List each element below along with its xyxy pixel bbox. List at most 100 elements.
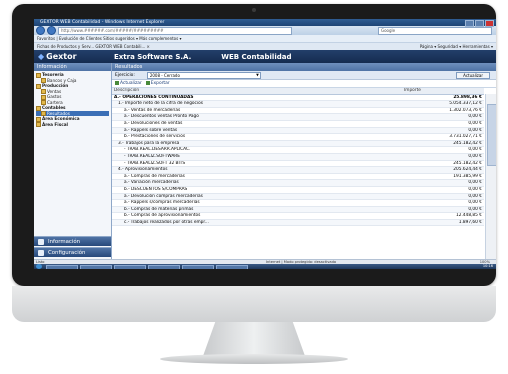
monitor-frame: GEXTOR WEB Contabilidad - Windows Intern… xyxy=(12,4,496,286)
taskbar-item[interactable] xyxy=(46,264,78,269)
year-label: Ejercicio: xyxy=(115,72,135,78)
row-amount: 0,00 € xyxy=(402,127,484,135)
folder-icon xyxy=(36,116,41,122)
main-panel: Resultados Ejercicio: 2008 - Cerrado ▼ A… xyxy=(112,63,496,259)
taskbar-item[interactable] xyxy=(182,264,214,269)
nav-tree: Tesorería Bancos y Caja Producción Ventas Ga… xyxy=(34,71,111,128)
row-amount: 0,00 € xyxy=(402,186,484,194)
row-amount: 3.731.027,71 € xyxy=(402,133,484,141)
row-amount: 0,00 € xyxy=(402,113,484,121)
table-row[interactable]: b.- Prestaciones de servicios 3.731.027,7… xyxy=(112,133,484,141)
row-amount: 245.182,42 € xyxy=(402,140,484,148)
table-row[interactable]: c.- Trabajos realizados por otras empr..… xyxy=(112,219,484,227)
row-description: A.- OPERACIONES CONTINUADAS xyxy=(112,94,402,102)
search-input[interactable]: Google xyxy=(378,26,492,35)
address-input[interactable]: http://www.######.com/#####/######### xyxy=(58,26,292,35)
taskbar-item[interactable] xyxy=(148,264,180,269)
results-table: Descripción Importe A.- OPERACIONES CONT… xyxy=(112,88,484,227)
tab-list[interactable]: Fichas de Productos y Serv... GEXTOR WEB… xyxy=(37,44,150,49)
info-button[interactable]: Información xyxy=(34,236,111,246)
table-row[interactable]: 3.- Trabajos para la empresa 245.182,42 € xyxy=(112,140,484,148)
app-window: ◆ Gextor Extra Software S.A. WEB Contabil… xyxy=(34,50,496,259)
taskbar: 10:16 xyxy=(34,264,496,269)
row-description: - TRAB.REALIZ.SOFT 32 BITS xyxy=(112,160,402,168)
row-description: a.- Devoluciones de ventas xyxy=(112,120,402,128)
row-amount: 0,00 € xyxy=(402,120,484,128)
table-row[interactable]: a.- Devolución compras mercaderías 0,00 € xyxy=(112,193,484,201)
table-row[interactable]: a.- Rappels s/compras mercaderías 0,00 € xyxy=(112,199,484,207)
folder-icon xyxy=(41,94,46,100)
action-toolbar: Actualizar Exportar xyxy=(112,80,496,88)
table-row[interactable]: 4.- Aprovisionamientos 205.624,44 € xyxy=(112,166,484,174)
minimize-button[interactable] xyxy=(465,20,474,27)
logo-icon: ◆ xyxy=(38,52,45,61)
back-icon[interactable] xyxy=(36,26,45,35)
refresh-icon xyxy=(115,80,119,85)
table-row[interactable]: b.- Compras de materias primas 0,00 € xyxy=(112,206,484,214)
row-description: a.- Rappels s/compras mercaderías xyxy=(112,199,402,207)
forward-icon[interactable] xyxy=(47,26,56,35)
table-row[interactable]: A.- OPERACIONES CONTINUADAS 25.898,36 € xyxy=(112,94,484,102)
table-row[interactable]: b.- DESCUENTOS S/COMPRAS 0,00 € xyxy=(112,186,484,194)
vertical-scrollbar[interactable] xyxy=(485,94,496,259)
row-description: a.- Variación mercaderías xyxy=(112,179,402,187)
favorites-bar[interactable]: Favoritos | Evolución de Clientes Sitios… xyxy=(34,35,496,43)
table-row[interactable]: - TRAB.REALIZ.SOFT 32 BITS 245.182,42 € xyxy=(112,160,484,168)
taskbar-items xyxy=(46,264,248,269)
row-amount: 0,00 € xyxy=(402,153,484,161)
window-controls xyxy=(465,20,494,27)
row-amount: 0,00 € xyxy=(402,179,484,187)
gear-icon xyxy=(38,250,44,256)
taskbar-item[interactable] xyxy=(216,264,248,269)
row-description: b.- DESCUENTOS S/COMPRAS xyxy=(112,186,402,194)
row-amount: 1.302.073,76 € xyxy=(402,107,484,115)
action-export[interactable]: Exportar xyxy=(145,80,170,87)
table-row[interactable]: - TRAB.REAL.DESARR.APLICAC. 0,00 € xyxy=(112,146,484,154)
taskbar-item[interactable] xyxy=(80,264,112,269)
table-row[interactable]: b.- Compras de aprovisionamientos 12.448,… xyxy=(112,212,484,220)
row-amount: 12.448,85 € xyxy=(402,212,484,220)
row-description: 4.- Aprovisionamientos xyxy=(112,166,402,174)
row-amount: 191.385,99 € xyxy=(402,173,484,181)
start-button[interactable] xyxy=(36,264,42,269)
row-amount: 0,00 € xyxy=(402,206,484,214)
close-button[interactable] xyxy=(485,20,494,27)
table-row[interactable]: a.- Rappels sobre ventas 0,00 € xyxy=(112,127,484,135)
app-header: ◆ Gextor Extra Software S.A. WEB Contabil… xyxy=(34,50,496,63)
table-row[interactable]: 1.- Importe neto de la cifra de negocios… xyxy=(112,100,484,108)
table-row[interactable]: a.- Variación mercaderías 0,00 € xyxy=(112,179,484,187)
company-name: Extra Software S.A. xyxy=(114,52,192,61)
command-bar[interactable]: Página ▾ Seguridad ▾ Herramientas ▾ xyxy=(420,43,493,50)
row-description: a.- Descuentos ventas Pronto Pago xyxy=(112,113,402,121)
config-button[interactable]: Configuración xyxy=(34,247,111,257)
row-description: a.- Devolución compras mercaderías xyxy=(112,193,402,201)
scrollbar-thumb[interactable] xyxy=(487,104,496,166)
monitor-stand xyxy=(203,322,305,356)
tree-item[interactable]: Área Fiscal xyxy=(36,122,109,127)
window-title: GEXTOR WEB Contabilidad - Windows Intern… xyxy=(40,20,165,25)
row-description: b.- Compras de aprovisionamientos xyxy=(112,212,402,220)
sidebar-header: Información xyxy=(34,63,111,71)
year-select[interactable]: 2008 - Cerrado ▼ xyxy=(146,71,261,79)
row-amount: 25.898,36 € xyxy=(402,94,484,102)
monitor-chin xyxy=(12,286,496,322)
refresh-button[interactable]: Actualizar xyxy=(456,71,490,79)
chevron-down-icon: ▼ xyxy=(256,72,259,77)
row-amount: 0,00 € xyxy=(402,193,484,201)
action-refresh[interactable]: Actualizar xyxy=(115,80,142,87)
folder-icon xyxy=(36,72,41,78)
filter-row: Ejercicio: 2008 - Cerrado ▼ Actualizar xyxy=(112,71,496,80)
address-bar-row: http://www.######.com/#####/######### Go… xyxy=(34,26,496,35)
screen: GEXTOR WEB Contabilidad - Windows Intern… xyxy=(34,19,496,269)
row-description: 3.- Trabajos para la empresa xyxy=(112,140,402,148)
taskbar-item[interactable] xyxy=(114,264,146,269)
table-row[interactable]: a.- Compras de mercaderías 191.385,99 € xyxy=(112,173,484,181)
row-description: a.- Compras de mercaderías xyxy=(112,173,402,181)
table-row[interactable]: a.- Ventas de mercaderías 1.302.073,76 € xyxy=(112,107,484,115)
panel-title: Resultados xyxy=(112,63,496,71)
table-row[interactable]: - TRAB.REALIZ.SOFTWARE 0,00 € xyxy=(112,153,484,161)
row-description: b.- Prestaciones de servicios xyxy=(112,133,402,141)
table-row[interactable]: a.- Descuentos ventas Pronto Pago 0,00 € xyxy=(112,113,484,121)
table-row[interactable]: a.- Devoluciones de ventas 0,00 € xyxy=(112,120,484,128)
maximize-button[interactable] xyxy=(475,20,484,27)
